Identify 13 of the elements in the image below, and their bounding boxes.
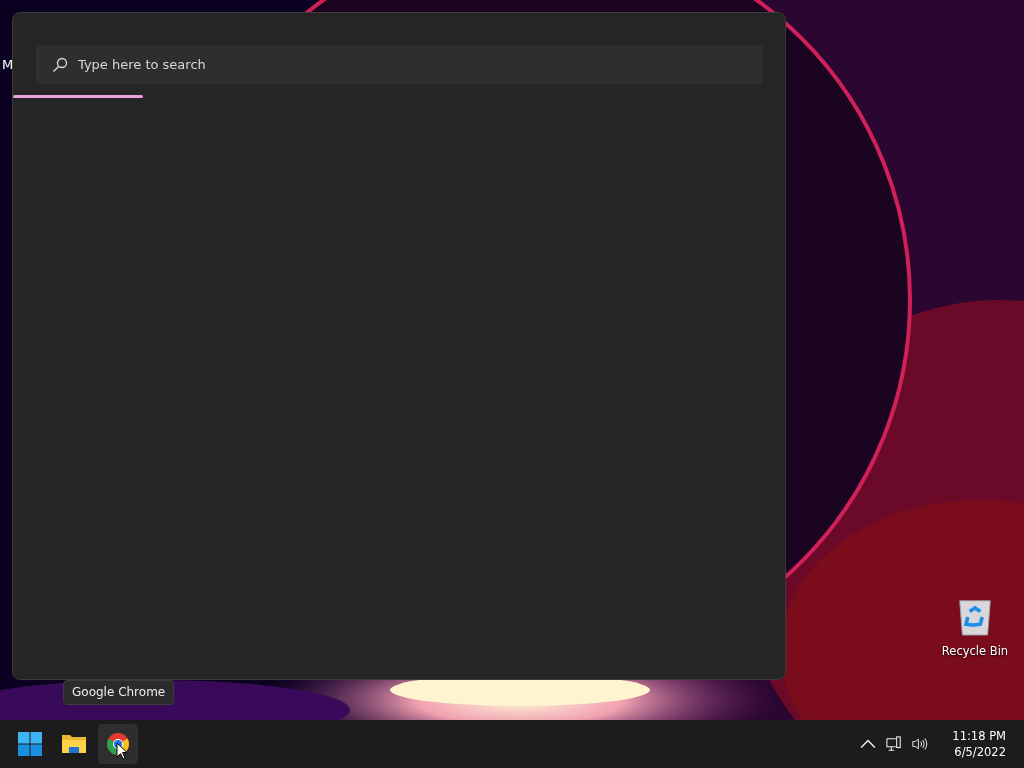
folder-icon [62, 732, 86, 756]
tooltip: Google Chrome [63, 680, 175, 705]
date-text: 6/5/2022 [954, 745, 1006, 759]
windows-logo-icon [18, 732, 42, 756]
search-field[interactable]: Type here to search [36, 45, 763, 84]
chrome-taskbar-button[interactable] [98, 724, 138, 764]
desktop-label: M [2, 57, 14, 72]
speaker-icon[interactable] [912, 736, 929, 752]
clock[interactable]: 11:18 PM 6/5/2022 [938, 729, 1006, 759]
network-icon[interactable] [886, 736, 903, 752]
cursor-icon [116, 742, 128, 760]
desktop-icon-label[interactable]: Recycle Bin [941, 644, 1009, 658]
time-text: 11:18 PM [952, 729, 1006, 743]
